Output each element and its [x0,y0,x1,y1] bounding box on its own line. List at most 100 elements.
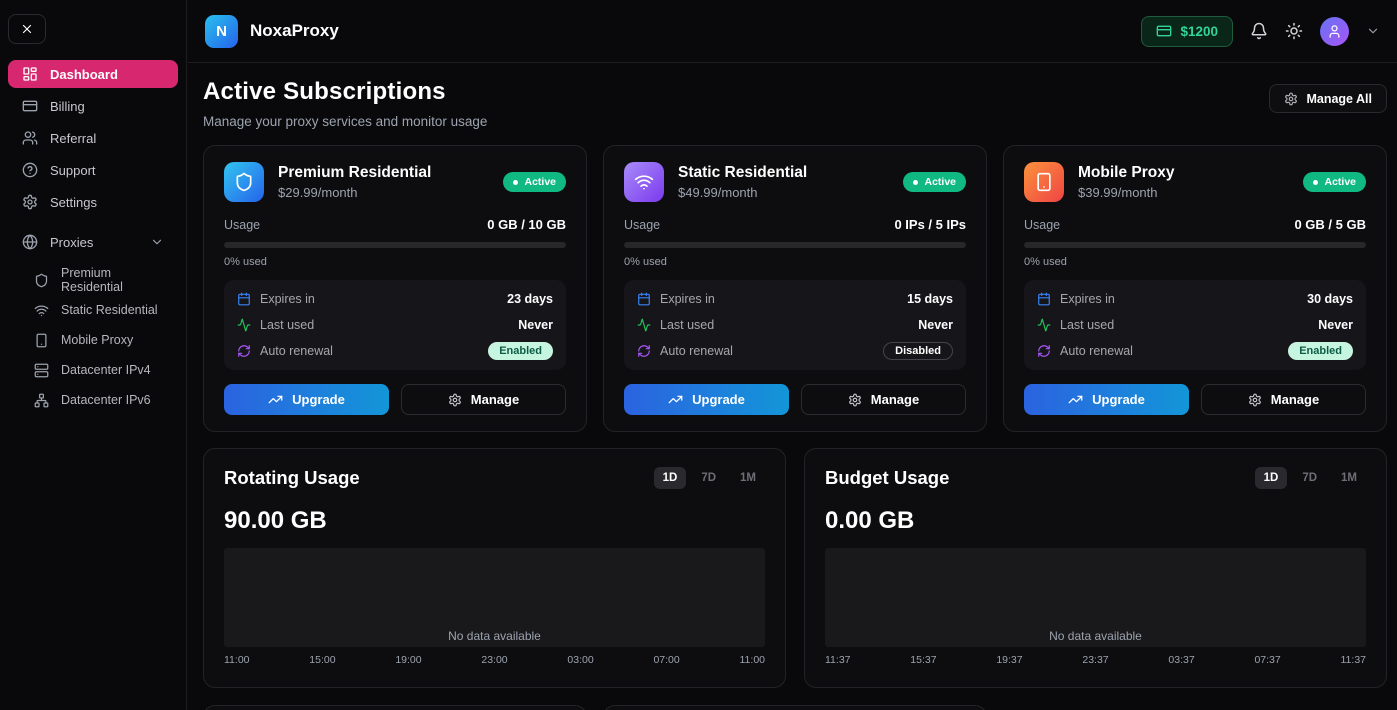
credit-card-icon [22,98,38,114]
manage-all-button[interactable]: Manage All [1269,84,1387,113]
sidebar-item-referral[interactable]: Referral [8,124,178,152]
sidebar: Dashboard Billing Referral Support Setti… [0,0,187,710]
x-tick: 23:37 [1082,654,1108,666]
top-header: N NoxaProxy $1200 [188,0,1397,63]
chart-title: Budget Usage [825,467,949,489]
trending-up-icon [1068,392,1083,407]
app-name: NoxaProxy [250,21,339,41]
sidebar-item-proxies[interactable]: Proxies [8,228,178,256]
chart-total-value: 90.00 GB [224,507,765,535]
refresh-icon [1037,344,1051,358]
close-icon [20,22,34,36]
subscription-card-static-residential: Static Residential $49.99/month Active U… [603,145,987,432]
sidebar-item-datacenter-ipv6[interactable]: Datacenter IPv6 [8,386,178,414]
gear-icon [1284,92,1298,106]
sidebar-item-static-residential[interactable]: Static Residential [8,296,178,324]
sidebar-item-premium-residential[interactable]: Premium Residential [8,266,178,294]
upgrade-button[interactable]: Upgrade [224,384,389,415]
usage-progress-bar [1024,242,1366,248]
manage-button[interactable]: Manage [401,384,566,415]
subscription-price: $49.99/month [678,185,807,200]
subscription-card-mobile-proxy: Mobile Proxy $39.99/month Active Usage 0… [1003,145,1387,432]
manage-button[interactable]: Manage [801,384,966,415]
gear-icon [448,393,462,407]
usage-percent: 0% used [224,256,566,268]
notifications-button[interactable] [1250,22,1268,40]
wifi-icon [624,162,664,202]
refresh-icon [637,344,651,358]
sidebar-nav: Dashboard Billing Referral Support Setti… [8,60,178,414]
sidebar-item-label: Dashboard [50,67,118,82]
tab-1d[interactable]: 1D [1255,467,1288,489]
x-tick: 03:00 [567,654,593,666]
refresh-icon [237,344,251,358]
tab-1m[interactable]: 1M [1332,467,1366,489]
globe-icon [22,234,38,250]
x-tick: 11:37 [1341,654,1367,666]
expires-label: Expires in [660,292,715,306]
gear-icon [848,393,862,407]
sidebar-item-label: Mobile Proxy [61,333,133,347]
chart-title: Rotating Usage [224,467,360,489]
balance-amount: $1200 [1180,24,1218,39]
range-tabs: 1D 7D 1M [1255,467,1366,489]
sidebar-item-label: Support [50,163,96,178]
shield-icon [34,273,49,288]
sidebar-item-billing[interactable]: Billing [8,92,178,120]
sun-icon [1285,22,1303,40]
smartphone-icon [34,333,49,348]
usage-percent: 0% used [624,256,966,268]
wifi-icon [34,303,49,318]
x-tick: 07:37 [1254,654,1280,666]
header-actions: $1200 [1141,16,1380,47]
sidebar-item-label: Settings [50,195,97,210]
chevron-down-icon [1366,24,1380,38]
sidebar-item-settings[interactable]: Settings [8,188,178,216]
bell-icon [1250,22,1268,40]
tab-1d[interactable]: 1D [654,467,687,489]
logo-letter: N [216,23,227,40]
avatar[interactable] [1320,17,1349,46]
last-used-label: Last used [1060,318,1114,332]
subscription-details: Expires in 23 days Last used Never Auto … [224,280,566,370]
sidebar-item-datacenter-ipv4[interactable]: Datacenter IPv4 [8,356,178,384]
subscription-details: Expires in 30 days Last used Never Auto … [1024,280,1366,370]
chart-total-value: 0.00 GB [825,507,1366,535]
upgrade-button[interactable]: Upgrade [624,384,789,415]
status-badge: Active [1303,172,1366,192]
page-subtitle: Manage your proxy services and monitor u… [203,114,487,129]
charts-grid: Rotating Usage 1D 7D 1M 90.00 GB No data… [203,448,1387,688]
balance-button[interactable]: $1200 [1141,16,1233,47]
tab-1m[interactable]: 1M [731,467,765,489]
sidebar-close-button[interactable] [8,14,46,44]
manage-button[interactable]: Manage [1201,384,1366,415]
account-menu-toggle[interactable] [1366,24,1380,38]
subscription-name: Premium Residential [278,164,431,182]
sidebar-item-label: Referral [50,131,96,146]
manage-all-label: Manage All [1306,92,1372,106]
expires-value: 30 days [1307,292,1353,306]
tab-7d[interactable]: 7D [1293,467,1326,489]
upgrade-button[interactable]: Upgrade [1024,384,1189,415]
subscription-name: Static Residential [678,164,807,182]
main-content: Active Subscriptions Manage your proxy s… [187,63,1397,710]
subscription-name: Mobile Proxy [1078,164,1174,182]
tab-7d[interactable]: 7D [692,467,725,489]
x-tick: 03:37 [1168,654,1194,666]
partial-cards-row [203,705,1387,710]
sidebar-item-dashboard[interactable]: Dashboard [8,60,178,88]
auto-renewal-badge: Enabled [1288,342,1353,360]
help-circle-icon [22,162,38,178]
gear-icon [1248,393,1262,407]
calendar-icon [1037,292,1051,306]
sidebar-item-label: Billing [50,99,85,114]
calendar-icon [237,292,251,306]
sidebar-item-label: Premium Residential [61,266,164,294]
sidebar-item-mobile-proxy[interactable]: Mobile Proxy [8,326,178,354]
rotating-usage-card: Rotating Usage 1D 7D 1M 90.00 GB No data… [203,448,786,688]
sidebar-item-support[interactable]: Support [8,156,178,184]
chart-plot-area: No data available [825,548,1366,647]
sidebar-item-label: Datacenter IPv4 [61,363,151,377]
theme-toggle-button[interactable] [1285,22,1303,40]
chart-x-axis: 11:37 15:37 19:37 23:37 03:37 07:37 11:3… [825,654,1366,666]
